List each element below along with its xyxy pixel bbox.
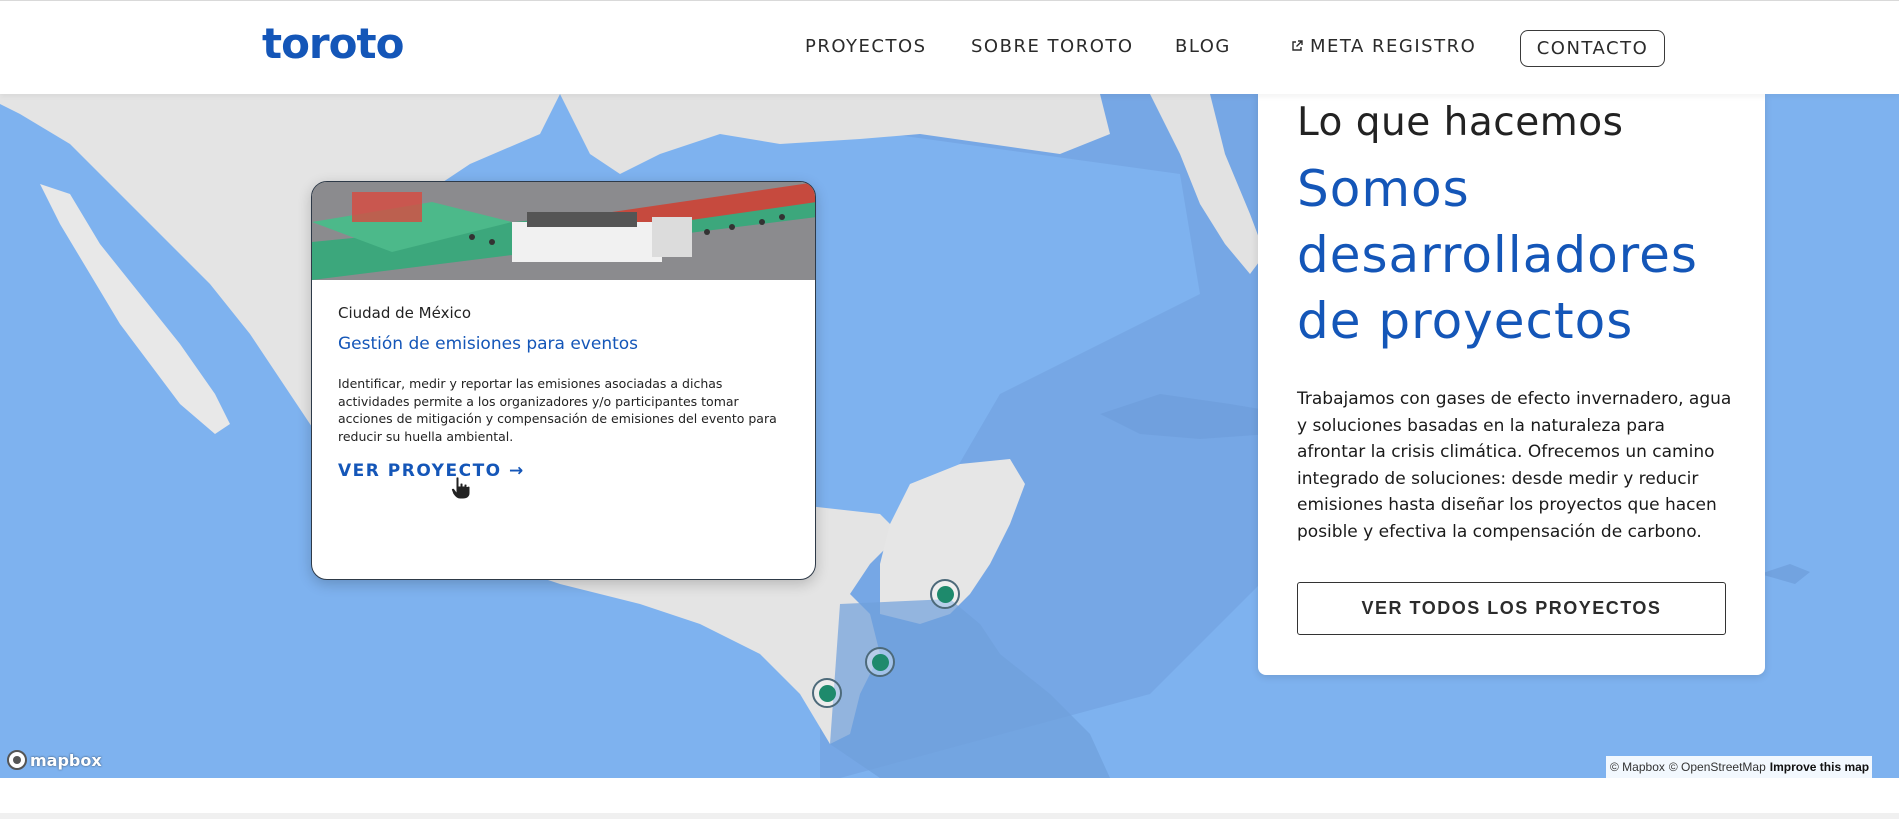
marker-dot xyxy=(936,585,954,603)
nav-sobre-toroto[interactable]: SOBRE TOROTO xyxy=(971,36,1134,57)
section-description: Trabajamos con gases de efecto invernade… xyxy=(1297,389,1732,542)
event-photo xyxy=(312,182,815,280)
map-attribution: © Mapbox © OpenStreetMap Improve this ma… xyxy=(1606,756,1873,778)
project-location: Ciudad de México xyxy=(338,304,472,322)
divider xyxy=(0,813,1899,819)
mapbox-logo[interactable]: mapbox xyxy=(7,748,102,772)
attribution-mapbox-link[interactable]: © Mapbox xyxy=(1610,760,1665,774)
nav-proyectos[interactable]: PROYECTOS xyxy=(805,36,927,57)
attribution-osm-link[interactable]: © OpenStreetMap xyxy=(1669,760,1766,774)
section-title: Somos desarrolladores de proyectos xyxy=(1297,160,1698,350)
marker-dot xyxy=(818,684,836,702)
project-marker[interactable] xyxy=(812,678,842,708)
marker-dot xyxy=(871,653,889,671)
view-project-link[interactable]: VER PROYECTO → xyxy=(338,461,525,481)
contact-button[interactable]: CONTACTO xyxy=(1520,30,1665,67)
hand-cursor-icon xyxy=(451,476,471,500)
project-title[interactable]: Gestión de emisiones para eventos xyxy=(338,334,793,354)
project-marker[interactable] xyxy=(865,647,895,677)
project-marker[interactable] xyxy=(930,579,960,609)
external-link-icon xyxy=(1292,40,1303,51)
project-card: Ciudad de México Gestión de emisiones pa… xyxy=(311,181,816,580)
project-description: Identificar, medir y reportar las emisio… xyxy=(338,376,777,444)
improve-map-link[interactable]: Improve this map xyxy=(1770,760,1869,774)
project-card-body: Ciudad de México Gestión de emisiones pa… xyxy=(338,304,793,481)
project-card-image xyxy=(312,182,815,280)
section-kicker: Lo que hacemos xyxy=(1297,100,1624,145)
toroto-logo[interactable]: toroto xyxy=(262,23,404,65)
nav-blog[interactable]: BLOG xyxy=(1175,36,1231,57)
nav-meta-registro[interactable]: META REGISTRO xyxy=(1290,36,1476,57)
what-we-do-panel: Lo que hacemos Somos desarrolladores de … xyxy=(1258,94,1765,675)
mapbox-logo-text: mapbox xyxy=(30,750,102,770)
mapbox-icon xyxy=(7,750,27,770)
view-all-projects-button[interactable]: VER TODOS LOS PROYECTOS xyxy=(1297,582,1726,635)
nav-meta-registro-label: META REGISTRO xyxy=(1310,36,1477,57)
site-header: toroto PROYECTOS SOBRE TOROTO BLOG META … xyxy=(0,0,1899,94)
